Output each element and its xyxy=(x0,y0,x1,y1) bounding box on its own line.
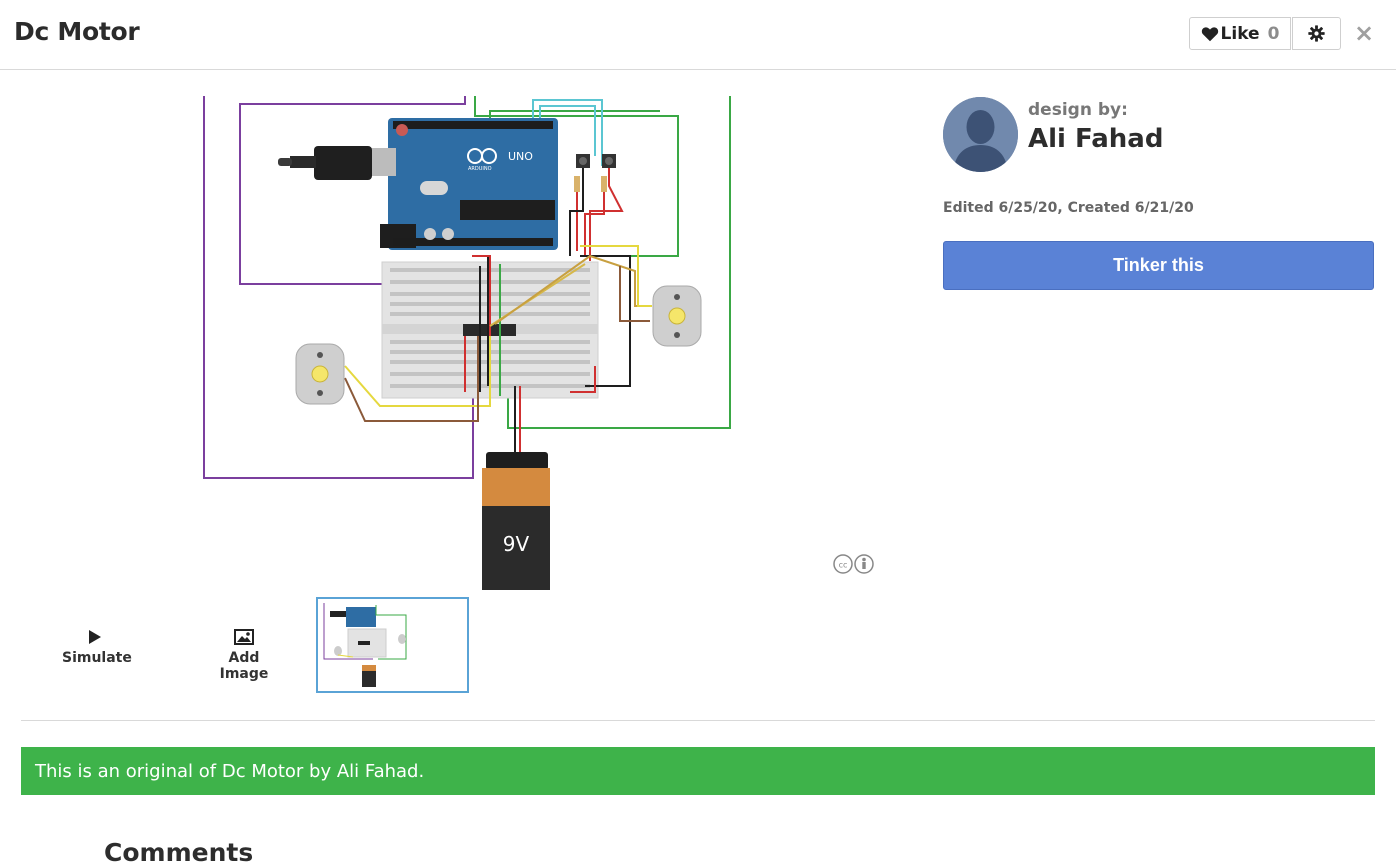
play-icon xyxy=(89,630,101,644)
like-button[interactable]: Like 0 xyxy=(1189,17,1291,50)
gear-icon xyxy=(1308,25,1325,42)
comments-heading: Comments xyxy=(104,838,254,867)
section-divider xyxy=(21,720,1375,721)
author-name[interactable]: Ali Fahad xyxy=(1028,124,1163,154)
simulate-button[interactable]: Simulate xyxy=(62,627,132,666)
battery-label: 9V xyxy=(503,532,530,556)
dc-motor-right xyxy=(652,285,702,347)
banner-text: This is an original of Dc Motor by Ali F… xyxy=(35,760,425,782)
creative-commons-icon: cc xyxy=(833,554,874,574)
image-icon xyxy=(234,629,254,645)
heart-icon xyxy=(1201,26,1218,41)
simulate-label: Simulate xyxy=(62,650,132,666)
avatar[interactable] xyxy=(943,97,1018,172)
like-label: Like xyxy=(1220,23,1260,44)
add-image-button[interactable]: Add Image xyxy=(203,627,285,682)
design-dates: Edited 6/25/20, Created 6/21/20 xyxy=(943,200,1194,216)
usb-cable xyxy=(278,146,396,180)
circuit-preview-image: UNO ARDUINO 9V xyxy=(190,96,750,590)
original-banner: This is an original of Dc Motor by Ali F… xyxy=(21,747,1375,795)
arduino-board: UNO ARDUINO xyxy=(380,118,558,250)
add-image-label: Add Image xyxy=(219,650,269,682)
page-header: Dc Motor Like 0 × xyxy=(0,0,1396,70)
page-title: Dc Motor xyxy=(14,17,140,46)
svg-text:cc: cc xyxy=(839,561,848,570)
board-label: UNO xyxy=(508,150,533,163)
board-brand: ARDUINO xyxy=(468,166,492,172)
design-by-label: design by: xyxy=(1028,100,1128,120)
like-count: 0 xyxy=(1267,23,1280,44)
tinker-this-button[interactable]: Tinker this xyxy=(943,241,1374,290)
dc-motor-left xyxy=(295,343,345,405)
battery-9v: 9V xyxy=(482,452,550,590)
design-thumbnail[interactable] xyxy=(316,597,469,693)
settings-button[interactable] xyxy=(1292,17,1341,50)
close-button[interactable]: × xyxy=(1352,20,1376,46)
